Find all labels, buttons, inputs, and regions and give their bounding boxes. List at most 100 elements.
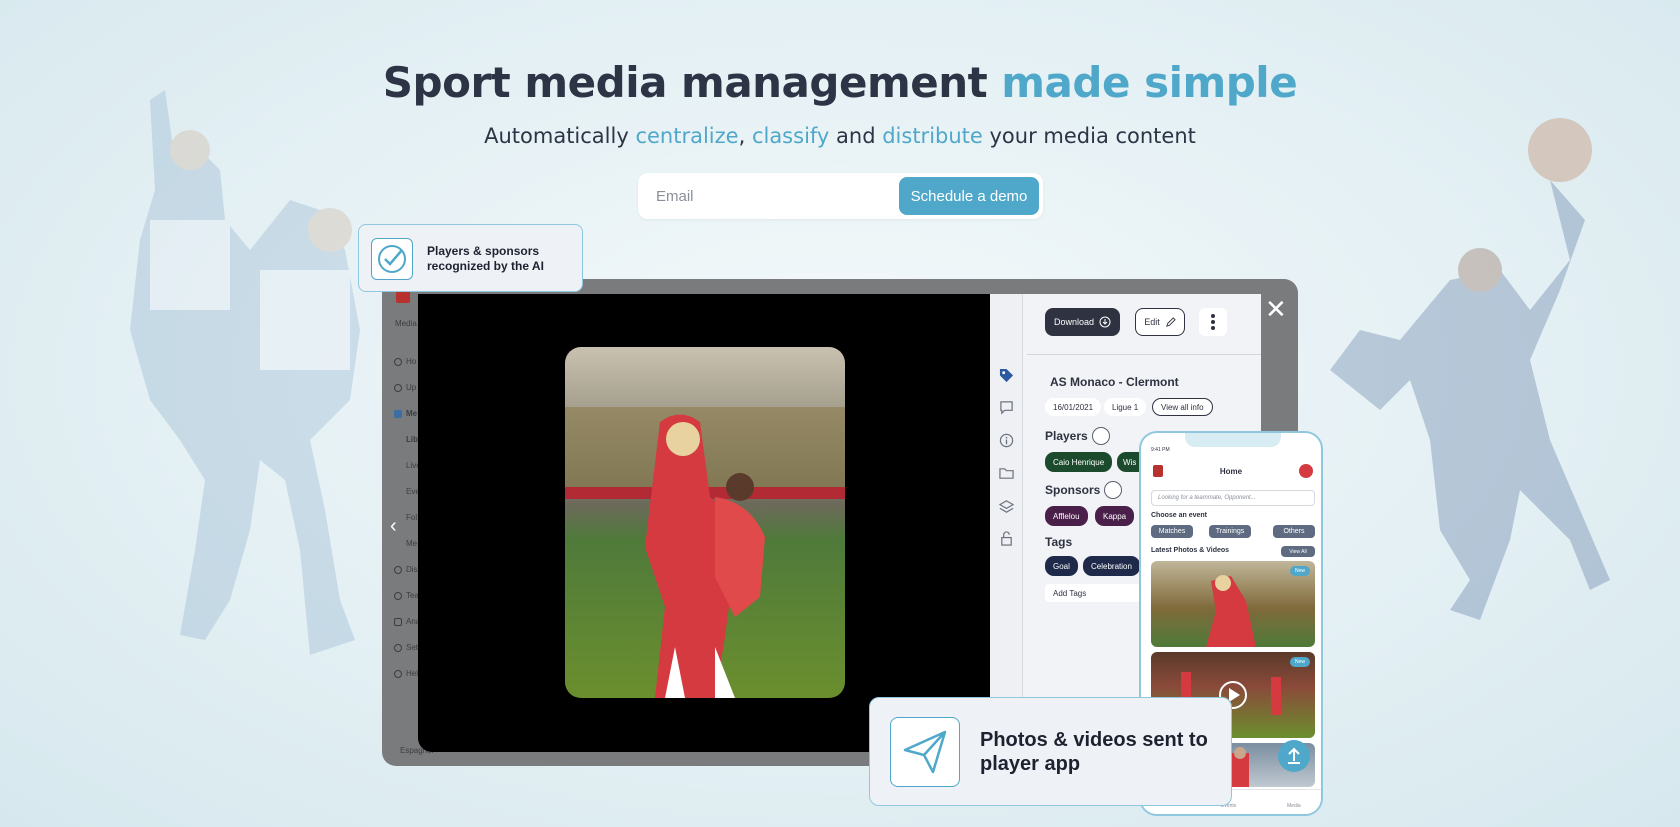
viewer-tool-strip <box>990 294 1023 752</box>
subtitle-classify: classify <box>751 124 830 148</box>
folder-icon[interactable] <box>999 466 1014 481</box>
email-input[interactable] <box>656 185 916 207</box>
upload-arrow-icon <box>1288 747 1300 764</box>
sponsors-section-title: Sponsors <box>1045 483 1101 497</box>
download-icon <box>1099 316 1111 328</box>
schedule-demo-button[interactable]: Schedule a demo <box>899 177 1039 215</box>
sidebar-item-settings[interactable]: Set <box>394 643 418 652</box>
download-label: Download <box>1053 317 1095 327</box>
player-chip[interactable]: Wis <box>1117 452 1139 472</box>
view-all-info-button[interactable]: View all info <box>1152 398 1213 416</box>
hero-title-main: Sport media management <box>382 58 1002 107</box>
home-icon <box>394 357 402 366</box>
phone-clock: 9:41 PM <box>1151 447 1170 453</box>
event-chip-others[interactable]: Others <box>1273 525 1315 538</box>
analytics-icon <box>394 617 402 626</box>
ai-callout-text: Players & sponsors recognized by the AI <box>427 244 544 273</box>
help-icon <box>394 669 402 678</box>
football-celebration-image <box>565 347 845 698</box>
sponsor-chip[interactable]: Afflelou <box>1045 506 1088 526</box>
media-icon <box>394 409 402 418</box>
demo-signup-form: Schedule a demo <box>638 173 1043 219</box>
pencil-icon <box>1165 316 1176 327</box>
upload-icon <box>394 383 402 392</box>
hero-title: Sport media management made simple <box>0 58 1680 107</box>
match-date-chip: 16/01/2021 <box>1045 398 1102 416</box>
upload-fab-button[interactable] <box>1278 740 1310 772</box>
hero-title-accent: made simple <box>1001 58 1298 107</box>
phone-search-input[interactable]: Looking for a teammate, Opponent... <box>1151 490 1315 506</box>
sidebar-item-label: Up <box>406 383 417 392</box>
player-chip[interactable]: Caio Henrique <box>1045 452 1113 472</box>
ai-recognition-callout: Players & sponsors recognized by the AI <box>358 224 583 292</box>
view-all-button[interactable]: View All <box>1281 546 1315 557</box>
check-circle-icon <box>378 245 406 273</box>
media-thumbnail[interactable]: New <box>1151 561 1315 647</box>
sidebar-item-analytics[interactable]: Ana <box>394 617 420 626</box>
tag-chip[interactable]: Celebration <box>1083 556 1140 576</box>
sidebar-item-help[interactable]: Hel <box>394 669 418 678</box>
edit-button[interactable]: Edit <box>1135 308 1185 336</box>
new-badge: New <box>1289 566 1310 576</box>
latest-media-title: Latest Photos & Videos <box>1151 547 1230 554</box>
download-button[interactable]: Download <box>1045 308 1120 336</box>
sidebar-brand: Media <box>395 319 417 328</box>
avatar[interactable] <box>1299 464 1313 478</box>
nav-media[interactable]: Media <box>1287 803 1301 809</box>
edit-sponsors-pencil-icon[interactable] <box>1104 481 1122 499</box>
event-chip-matches[interactable]: Matches <box>1151 525 1193 538</box>
edit-label: Edit <box>1144 317 1160 327</box>
sidebar-item-home[interactable]: Ho <box>394 357 416 366</box>
sidebar-item-label: Me <box>406 409 418 418</box>
event-chip-trainings[interactable]: Trainings <box>1209 525 1251 538</box>
sidebar-item-media[interactable]: Me <box>394 409 417 418</box>
previous-media-button[interactable]: ‹ <box>390 515 397 538</box>
tags-section-title: Tags <box>1045 535 1073 549</box>
sidebar-item-team[interactable]: Tea <box>394 591 419 600</box>
subtitle-text: Automatically <box>484 124 636 148</box>
sent-callout-text: Photos & videos sent to player app <box>980 729 1208 775</box>
layers-icon[interactable] <box>999 499 1014 514</box>
basketball-player-illustration <box>1330 118 1610 620</box>
sidebar-item-label: Hel <box>406 669 419 678</box>
sidebar-item-label: Dis <box>406 565 418 574</box>
new-badge: New <box>1289 657 1310 667</box>
player-app-callout: Photos & videos sent to player app <box>869 697 1232 806</box>
sidebar-item-distribution[interactable]: Dis <box>394 565 418 574</box>
info-icon[interactable] <box>999 433 1014 448</box>
more-dots-icon <box>1211 326 1215 330</box>
sponsor-chip[interactable]: Kappa <box>1095 506 1135 526</box>
comment-icon[interactable] <box>999 400 1014 415</box>
add-tags-input[interactable]: Add Tags <box>1045 584 1140 602</box>
choose-event-label: Choose an event <box>1151 512 1208 519</box>
hero-subtitle: Automatically centralize, classify and d… <box>0 124 1680 148</box>
close-viewer-button[interactable]: ✕ <box>1265 296 1287 322</box>
tag-icon[interactable] <box>999 368 1014 383</box>
more-dots-icon <box>1211 314 1215 318</box>
sidebar-item-folders[interactable]: Fol <box>406 513 417 522</box>
checkmark-badge <box>371 238 413 280</box>
match-title: AS Monaco - Clermont <box>1050 375 1179 389</box>
tag-chip[interactable]: Goal <box>1045 556 1078 576</box>
phone-notch <box>1185 433 1281 447</box>
sidebar-item-upload[interactable]: Up <box>394 383 416 392</box>
edit-players-pencil-icon[interactable] <box>1092 427 1110 445</box>
celebration-photo <box>565 347 845 698</box>
send-badge <box>890 717 960 787</box>
more-dots-icon <box>1211 320 1215 324</box>
football-players-illustration <box>130 90 360 655</box>
sidebar-item-media-sub[interactable]: Me <box>406 539 417 548</box>
subtitle-text: , <box>738 124 752 148</box>
players-section-title: Players <box>1045 429 1088 443</box>
sidebar-item-label: Tea <box>406 591 419 600</box>
paper-plane-icon <box>903 730 947 774</box>
sidebar-item-label: Ho <box>406 357 417 366</box>
subtitle-centralize: centralize <box>635 124 739 148</box>
team-icon <box>394 591 402 600</box>
league-chip: Ligue 1 <box>1104 398 1147 416</box>
phone-header-title: Home <box>1219 467 1243 476</box>
more-options-button[interactable] <box>1199 308 1227 336</box>
gear-icon <box>394 643 402 652</box>
share-icon <box>394 565 402 574</box>
lock-icon[interactable] <box>999 531 1014 546</box>
